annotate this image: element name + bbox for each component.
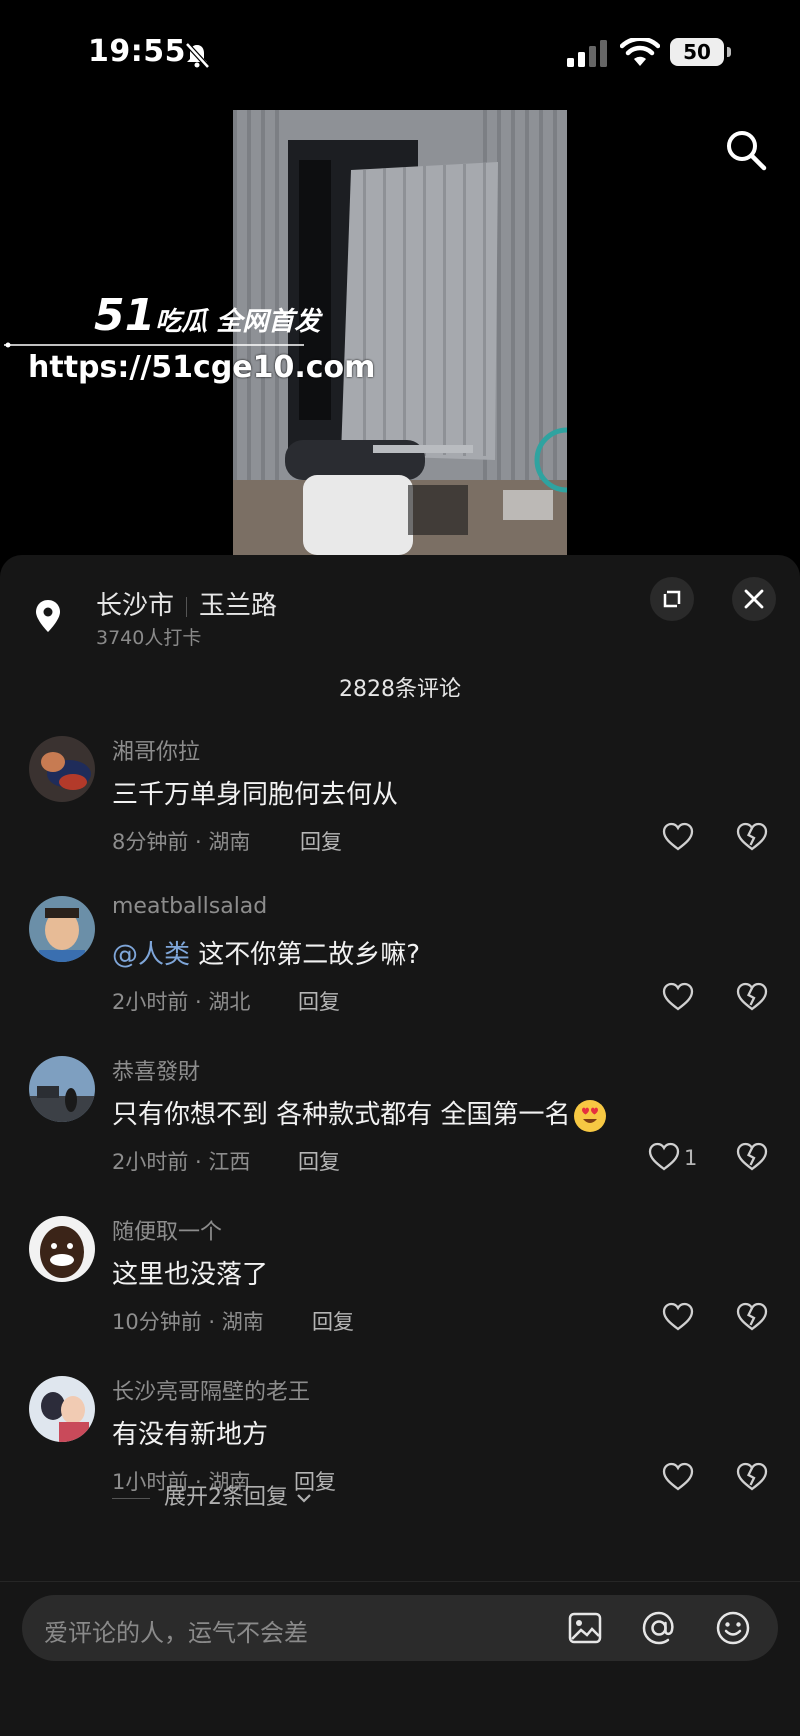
- avatar[interactable]: [29, 1056, 95, 1122]
- comment-sheet: 长沙市 玉兰路 3740人打卡 2828条评论 湘哥你拉 三千万单身同胞何去何从 …: [0, 555, 800, 1736]
- battery-level: 50: [670, 38, 724, 66]
- heart-icon[interactable]: [648, 1142, 680, 1172]
- location-title[interactable]: 长沙市 玉兰路: [96, 585, 277, 622]
- location-road: 玉兰路: [199, 591, 278, 621]
- watermark-circuit-line: [4, 342, 304, 348]
- comment-item: 恭喜發財 只有你想不到 各种款式都有 全国第一名 2小时前 · 江西 回复 1: [0, 1050, 800, 1210]
- comment-time-region: 8分钟前 · 湖南: [112, 830, 251, 854]
- image-icon[interactable]: [566, 1609, 604, 1647]
- comment-username[interactable]: 恭喜發財: [112, 1054, 200, 1086]
- search-icon[interactable]: [724, 128, 768, 172]
- heart-eyes-emoji: [573, 1099, 606, 1132]
- watermark-brand-text: 吃瓜 全网首发: [155, 307, 321, 337]
- divider: [0, 1581, 800, 1582]
- comment-text: @人类 这不你第二故乡嘛?: [112, 940, 421, 970]
- chevron-down-icon: [297, 1494, 311, 1503]
- expand-replies-label: 展开2条回复: [164, 1485, 288, 1510]
- comment-text: 有没有新地方: [112, 1420, 269, 1450]
- comment-time-region: 10分钟前 · 湖南: [112, 1310, 264, 1334]
- avatar[interactable]: [29, 1376, 95, 1442]
- comment-username[interactable]: 随便取一个: [112, 1214, 222, 1246]
- reply-button[interactable]: 回复: [300, 826, 342, 856]
- comment-input[interactable]: 爱评论的人，运气不会差: [22, 1595, 778, 1661]
- expand-button[interactable]: [650, 577, 694, 621]
- reply-button[interactable]: 回复: [312, 1306, 354, 1336]
- close-icon: [744, 589, 764, 609]
- expand-icon: [663, 590, 681, 608]
- location-checkins: 3740人打卡: [96, 627, 202, 649]
- status-time: 19:55: [88, 34, 186, 69]
- comment-username[interactable]: 湘哥你拉: [112, 734, 200, 766]
- heart-icon[interactable]: [662, 1302, 694, 1332]
- comment-input-placeholder: 爱评论的人，运气不会差: [44, 1619, 308, 1647]
- emoji-icon[interactable]: [714, 1609, 752, 1647]
- wifi-icon: [620, 38, 660, 66]
- avatar[interactable]: [29, 1216, 95, 1282]
- battery-icon: 50: [670, 38, 732, 68]
- expand-replies-button[interactable]: 展开2条回复: [112, 1479, 313, 1511]
- like-count: 1: [684, 1146, 698, 1170]
- bell-off-icon: [185, 42, 210, 69]
- comment-item: 湘哥你拉 三千万单身同胞何去何从 8分钟前 · 湖南 回复: [0, 730, 800, 890]
- reply-button[interactable]: 回复: [298, 986, 340, 1016]
- comment-item: meatballsalad @人类 这不你第二故乡嘛? 2小时前 · 湖北 回复: [0, 890, 800, 1050]
- broken-heart-icon[interactable]: [736, 1462, 768, 1492]
- avatar[interactable]: [29, 896, 95, 962]
- comment-username[interactable]: 长沙亮哥隔壁的老王: [112, 1374, 310, 1406]
- at-icon[interactable]: [640, 1609, 678, 1647]
- comment-text: 这里也没落了: [112, 1260, 269, 1290]
- comment-item: 随便取一个 这里也没落了 10分钟前 · 湖南 回复: [0, 1210, 800, 1370]
- comment-count: 2828条评论: [339, 677, 461, 702]
- comment-text: 三千万单身同胞何去何从: [112, 780, 399, 810]
- comment-time-region: 2小时前 · 江西: [112, 1150, 251, 1174]
- heart-icon[interactable]: [662, 822, 694, 852]
- comment-username[interactable]: meatballsalad: [112, 894, 267, 919]
- broken-heart-icon[interactable]: [736, 1302, 768, 1332]
- comment-mention[interactable]: @人类: [112, 940, 190, 970]
- heart-icon[interactable]: [662, 1462, 694, 1492]
- status-bar: 19:55 50: [0, 0, 800, 110]
- signal-icon: [567, 40, 607, 67]
- broken-heart-icon[interactable]: [736, 822, 768, 852]
- comment-time-region: 2小时前 · 湖北: [112, 990, 251, 1014]
- broken-heart-icon[interactable]: [736, 982, 768, 1012]
- comment-text: 只有你想不到 各种款式都有 全国第一名: [112, 1094, 607, 1133]
- reply-button[interactable]: 回复: [298, 1146, 340, 1176]
- location-city: 长沙市: [96, 591, 175, 621]
- heart-icon[interactable]: [662, 982, 694, 1012]
- watermark-brand-number: 51: [94, 290, 156, 341]
- watermark: 51吃瓜 全网首发 https://51cge10.com: [4, 290, 375, 400]
- watermark-url: https://51cge10.com: [28, 350, 376, 385]
- avatar[interactable]: [29, 736, 95, 802]
- location-pin-icon: [36, 600, 60, 632]
- close-button[interactable]: [732, 577, 776, 621]
- broken-heart-icon[interactable]: [736, 1142, 768, 1172]
